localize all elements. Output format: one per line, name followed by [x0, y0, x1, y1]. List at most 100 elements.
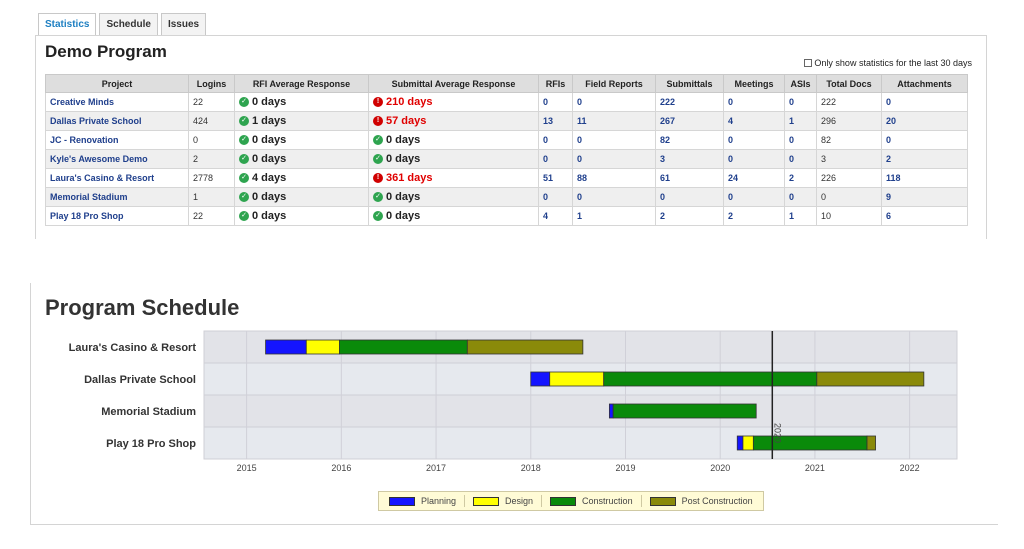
logins-cell: 2	[188, 149, 235, 169]
gantt-bar-design	[305, 339, 340, 355]
column-header[interactable]: RFIs	[538, 74, 573, 93]
meetings-cell[interactable]: 0	[723, 149, 785, 169]
submittal-response-cell: ! 210 days	[368, 92, 539, 112]
meetings-cell[interactable]: 0	[723, 92, 785, 112]
asis-cell[interactable]: 2	[784, 168, 817, 188]
column-header[interactable]: Attachments	[881, 74, 968, 93]
attachments-cell[interactable]: 20	[881, 111, 968, 131]
check-circle-icon: ✓	[239, 211, 249, 221]
submittal-response: ✓ 0 days	[373, 153, 534, 165]
asis-cell[interactable]: 0	[784, 92, 817, 112]
field-reports-cell[interactable]: 0	[572, 130, 656, 150]
column-header[interactable]: Meetings	[723, 74, 785, 93]
tab-issues[interactable]: Issues	[160, 13, 207, 35]
gantt-chart: 2015 2016 2017 2018 2019 2020 2021 2022 Laura's …	[69, 330, 958, 473]
check-circle-icon: ✓	[239, 173, 249, 183]
legend-swatch	[389, 496, 415, 506]
meetings-cell[interactable]: 24	[723, 168, 785, 188]
project-link[interactable]: Play 18 Pro Shop	[45, 206, 189, 226]
check-circle-icon: ✓	[239, 135, 249, 145]
asis-cell[interactable]: 0	[784, 149, 817, 169]
project-link[interactable]: Kyle's Awesome Demo	[45, 149, 189, 169]
column-header[interactable]: Field Reports	[572, 74, 656, 93]
attachments-cell[interactable]: 0	[881, 130, 968, 150]
project-link[interactable]: Laura's Casino & Resort	[45, 168, 189, 188]
rfi-response-cell: ✓ 0 days	[234, 130, 369, 150]
check-circle-icon: ✓	[373, 154, 383, 164]
submittals-cell[interactable]: 3	[655, 149, 724, 169]
project-link[interactable]: JC - Renovation	[45, 130, 189, 150]
submittal-response-value: 0 days	[386, 153, 421, 165]
submittal-response: ! 361 days	[373, 172, 534, 184]
rfi-response-value: 0 days	[252, 210, 287, 222]
last-30-days-checkbox[interactable]	[804, 59, 813, 67]
table-row: Play 18 Pro Shop 22 ✓ 0 days ✓ 0 days 4 1 2 2 1 10 6	[45, 206, 968, 226]
submittals-cell[interactable]: 0	[655, 187, 724, 207]
project-link[interactable]: Memorial Stadium	[45, 187, 189, 207]
tab-schedule[interactable]: Schedule	[99, 13, 158, 35]
column-header[interactable]: Submittal Average Response	[368, 74, 539, 93]
last-30-days-label: Only show statistics for the last 30 day…	[814, 58, 972, 68]
rfis-cell[interactable]: 4	[538, 206, 573, 226]
gantt-row-label: Play 18 Pro Shop	[106, 438, 196, 450]
project-link[interactable]: Creative Minds	[45, 92, 189, 112]
last-30-days-toggle[interactable]: Only show statistics for the last 30 day…	[804, 58, 972, 68]
statistics-table: Project Logins RFI Average Response Submitt…	[45, 74, 968, 226]
gantt-row-band	[203, 394, 958, 428]
meetings-cell[interactable]: 0	[723, 187, 785, 207]
gantt-row-label: Laura's Casino & Resort	[69, 342, 197, 354]
table-row: JC - Renovation 0 ✓ 0 days ✓ 0 days 0 0 82 0 0 82 0	[45, 130, 968, 150]
rfis-cell[interactable]: 0	[538, 92, 573, 112]
submittal-response: ✓ 0 days	[373, 210, 534, 222]
attachments-cell[interactable]: 9	[881, 187, 968, 207]
tab-bar: Statistics Schedule Issues	[38, 13, 207, 35]
legend-separator	[640, 495, 642, 507]
logins-cell: 0	[188, 130, 235, 150]
total-docs-cell: 222	[816, 92, 882, 112]
submittals-cell[interactable]: 61	[655, 168, 724, 188]
rfis-cell[interactable]: 51	[538, 168, 573, 188]
field-reports-cell[interactable]: 1	[572, 206, 656, 226]
gantt-bar-construction	[339, 339, 468, 355]
legend-item: Design	[469, 496, 537, 506]
rfi-response-cell: ✓ 0 days	[234, 187, 369, 207]
submittals-cell[interactable]: 267	[655, 111, 724, 131]
column-header[interactable]: Submittals	[655, 74, 724, 93]
rfi-response-cell: ✓ 4 days	[234, 168, 369, 188]
attachments-cell[interactable]: 0	[881, 92, 968, 112]
meetings-cell[interactable]: 2	[723, 206, 785, 226]
rfis-cell[interactable]: 13	[538, 111, 573, 131]
meetings-cell[interactable]: 4	[723, 111, 785, 131]
attachments-cell[interactable]: 118	[881, 168, 968, 188]
submittal-response-cell: ✓ 0 days	[368, 130, 539, 150]
asis-cell[interactable]: 1	[784, 206, 817, 226]
field-reports-cell[interactable]: 0	[572, 187, 656, 207]
submittals-cell[interactable]: 222	[655, 92, 724, 112]
column-header[interactable]: RFI Average Response	[234, 74, 369, 93]
submittals-cell[interactable]: 82	[655, 130, 724, 150]
rfis-cell[interactable]: 0	[538, 130, 573, 150]
rfi-response-value: 1 days	[252, 115, 287, 127]
check-circle-icon: ✓	[239, 97, 249, 107]
field-reports-cell[interactable]: 88	[572, 168, 656, 188]
column-header[interactable]: ASIs	[784, 74, 817, 93]
asis-cell[interactable]: 1	[784, 111, 817, 131]
field-reports-cell[interactable]: 0	[572, 149, 656, 169]
asis-cell[interactable]: 0	[784, 130, 817, 150]
check-circle-icon: ✓	[373, 135, 383, 145]
column-header[interactable]: Logins	[188, 74, 235, 93]
submittals-cell[interactable]: 2	[655, 206, 724, 226]
tab-statistics[interactable]: Statistics	[38, 13, 97, 35]
asis-cell[interactable]: 0	[784, 187, 817, 207]
attachments-cell[interactable]: 6	[881, 206, 968, 226]
rfis-cell[interactable]: 0	[538, 149, 573, 169]
attachments-cell[interactable]: 2	[881, 149, 968, 169]
field-reports-cell[interactable]: 11	[572, 111, 656, 131]
meetings-cell[interactable]: 0	[723, 130, 785, 150]
rfi-response-cell: ✓ 0 days	[234, 206, 369, 226]
project-link[interactable]: Dallas Private School	[45, 111, 189, 131]
rfis-cell[interactable]: 0	[538, 187, 573, 207]
field-reports-cell[interactable]: 0	[572, 92, 656, 112]
column-header[interactable]: Total Docs	[816, 74, 882, 93]
column-header[interactable]: Project	[45, 74, 189, 93]
